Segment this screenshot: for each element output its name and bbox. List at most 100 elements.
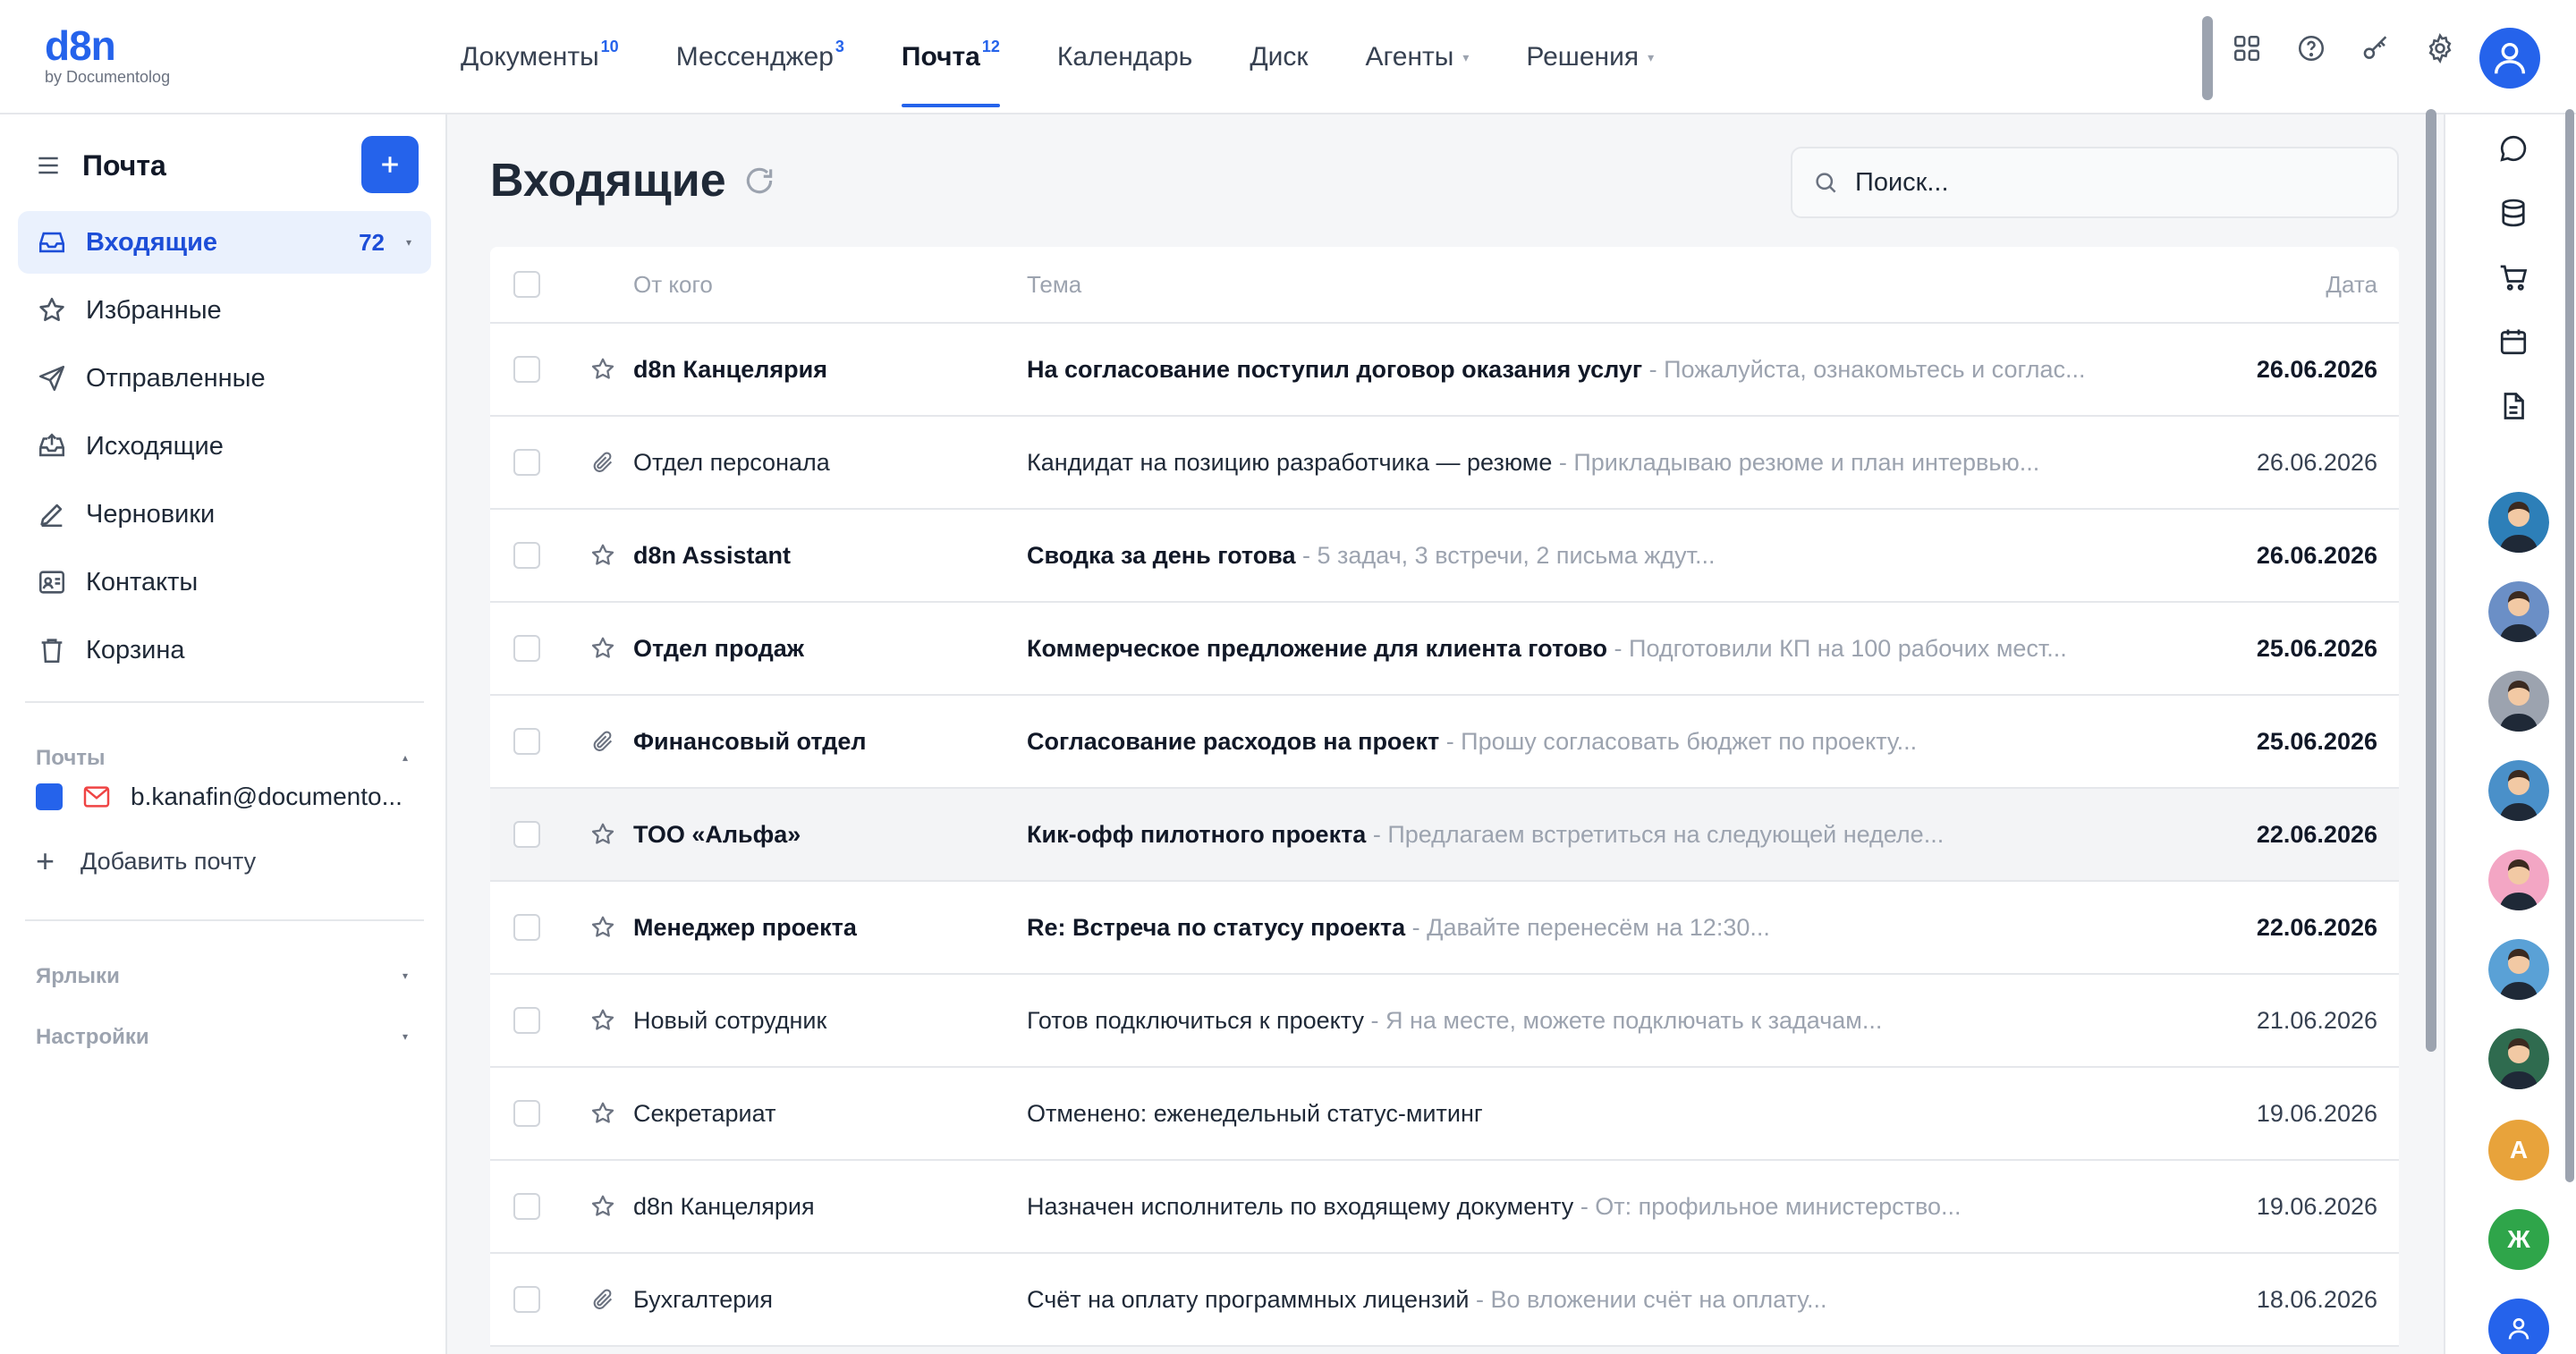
nav-tab[interactable]: Календарь [1057,0,1192,114]
row-checkbox[interactable] [513,821,540,848]
column-date[interactable]: Дата [2326,271,2377,299]
mailboxes-collapse-icon[interactable]: ▴ [402,751,408,764]
inbox-scrollbar[interactable] [2426,109,2436,1052]
rail-scrollbar[interactable] [2565,109,2574,1182]
nav-tab[interactable]: Почта 12 [901,0,1000,114]
email-sender: Новый сотрудник [633,1006,827,1034]
email-subject-line: Кик-офф пилотного проекта - Предлагаем в… [1027,821,2127,849]
row-checkbox[interactable] [513,542,540,569]
column-from[interactable]: От кого [633,271,713,299]
email-row[interactable]: d8n Канцелярия На согласование поступил д… [490,324,2399,417]
cart-icon[interactable] [2496,259,2531,295]
nav-tab-label: Решения [1526,42,1640,72]
contacts-user-icon[interactable] [2488,1299,2549,1354]
paperclip-icon[interactable] [589,1285,617,1314]
mailbox-account[interactable]: b.kanafin@documento... [36,782,402,812]
email-preview: - Прошу согласовать бюджет по проекту... [1439,727,1918,755]
add-mailbox-button[interactable]: + Добавить почту [36,842,256,880]
nav-tab-badge: 12 [981,37,1000,55]
email-row[interactable]: d8n Канцелярия Назначен исполнитель по вх… [490,1161,2399,1254]
contact-avatar[interactable] [2488,1028,2549,1089]
email-sender: Менеджер проекта [633,913,857,941]
contact-avatar[interactable] [2488,939,2549,1000]
select-all-checkbox[interactable] [513,271,540,298]
email-row[interactable]: Отдел персонала Кандидат на позицию разра… [490,417,2399,510]
email-row[interactable]: Финансовый отдел Согласование расходов на… [490,696,2399,789]
row-checkbox[interactable] [513,1100,540,1127]
email-row[interactable]: Секретариат Отменено: еженедельный статус… [490,1068,2399,1161]
paperclip-icon[interactable] [589,727,617,756]
row-checkbox[interactable] [513,728,540,755]
sidebar-folder[interactable]: Корзина [18,619,431,681]
contact-avatar[interactable] [2488,492,2549,553]
contact-avatar[interactable] [2488,581,2549,642]
settings-expand-icon[interactable]: ▾ [402,1030,408,1043]
nav-tab[interactable]: Агенты ▾ [1366,0,1470,114]
search-input[interactable] [1855,167,2356,198]
star-icon[interactable] [589,355,617,384]
chat-bubble-icon[interactable] [2496,131,2531,166]
nav-tab[interactable]: Документы 10 [461,0,619,114]
email-row[interactable]: ТОО «Альфа» Кик-офф пилотного проекта - П… [490,789,2399,882]
contact-avatar[interactable] [2488,760,2549,821]
star-icon[interactable] [589,1006,617,1035]
key-icon[interactable] [2356,29,2395,68]
document-icon[interactable] [2496,388,2531,424]
sidebar-folder[interactable]: Отправленные [18,347,431,410]
row-checkbox[interactable] [513,1193,540,1220]
nav-tab[interactable]: Мессенджер 3 [676,0,844,114]
row-checkbox[interactable] [513,914,540,941]
settings-gear-icon[interactable] [2420,29,2460,68]
row-checkbox[interactable] [513,635,540,662]
refresh-icon[interactable] [742,164,776,198]
folder-caret-icon[interactable]: ▾ [406,236,411,249]
calendar-icon[interactable] [2496,324,2531,360]
database-icon[interactable] [2496,195,2531,231]
row-checkbox[interactable] [513,356,540,383]
star-icon[interactable] [589,1192,617,1221]
email-row[interactable]: d8n Assistant Сводка за день готова - 5 з… [490,510,2399,603]
email-row[interactable]: Отдел продаж Коммерческое предложение для… [490,603,2399,696]
nav-tab[interactable]: Решения ▾ [1526,0,1654,114]
email-subject: Кик-офф пилотного проекта [1027,820,1367,848]
row-checkbox[interactable] [513,1286,540,1313]
contact-avatar[interactable] [2488,671,2549,732]
top-scrollbar[interactable] [2202,16,2213,100]
contact-initial-avatar[interactable]: Ж [2488,1209,2549,1270]
row-checkbox[interactable] [513,449,540,476]
sidebar-folder[interactable]: Входящие 72 ▾ [18,211,431,274]
email-sender: Финансовый отдел [633,727,867,755]
sidebar-folder[interactable]: Контакты [18,551,431,614]
folder-label: Черновики [86,499,216,529]
compose-button[interactable] [361,136,419,193]
paperclip-icon[interactable] [589,448,617,477]
labels-expand-icon[interactable]: ▾ [402,969,408,982]
apps-grid-icon[interactable] [2227,29,2267,68]
logo[interactable]: d8n by Documentolog [45,25,170,87]
star-icon[interactable] [589,1099,617,1128]
menu-icon[interactable] [34,151,63,180]
email-row[interactable]: Менеджер проекта Re: Встреча по статусу п… [490,882,2399,975]
contact-initial-avatar[interactable]: А [2488,1120,2549,1181]
sidebar-folder[interactable]: Избранные [18,279,431,342]
star-icon[interactable] [589,913,617,942]
user-avatar[interactable] [2479,28,2540,89]
search-box[interactable] [1791,147,2399,218]
help-icon[interactable] [2292,29,2331,68]
sidebar-folder[interactable]: Черновики [18,483,431,546]
nav-tab[interactable]: Диск [1250,0,1308,114]
star-icon[interactable] [589,634,617,663]
settings-section[interactable]: Настройки [36,1025,149,1050]
contact-avatar[interactable] [2488,850,2549,910]
email-row[interactable]: Бухгалтерия Счёт на оплату программных ли… [490,1254,2399,1347]
mailboxes-label[interactable]: Почты [36,746,106,771]
column-subject[interactable]: Тема [1027,271,1081,299]
sidebar-folder[interactable]: Исходящие [18,415,431,478]
star-icon[interactable] [589,541,617,570]
row-checkbox[interactable] [513,1007,540,1034]
labels-section[interactable]: Ярлыки [36,964,120,989]
email-row[interactable]: Новый сотрудник Готов подключиться к прое… [490,975,2399,1068]
page-title: Входящие [490,154,776,207]
email-subject: Сводка за день готова [1027,541,1296,569]
star-icon[interactable] [589,820,617,849]
